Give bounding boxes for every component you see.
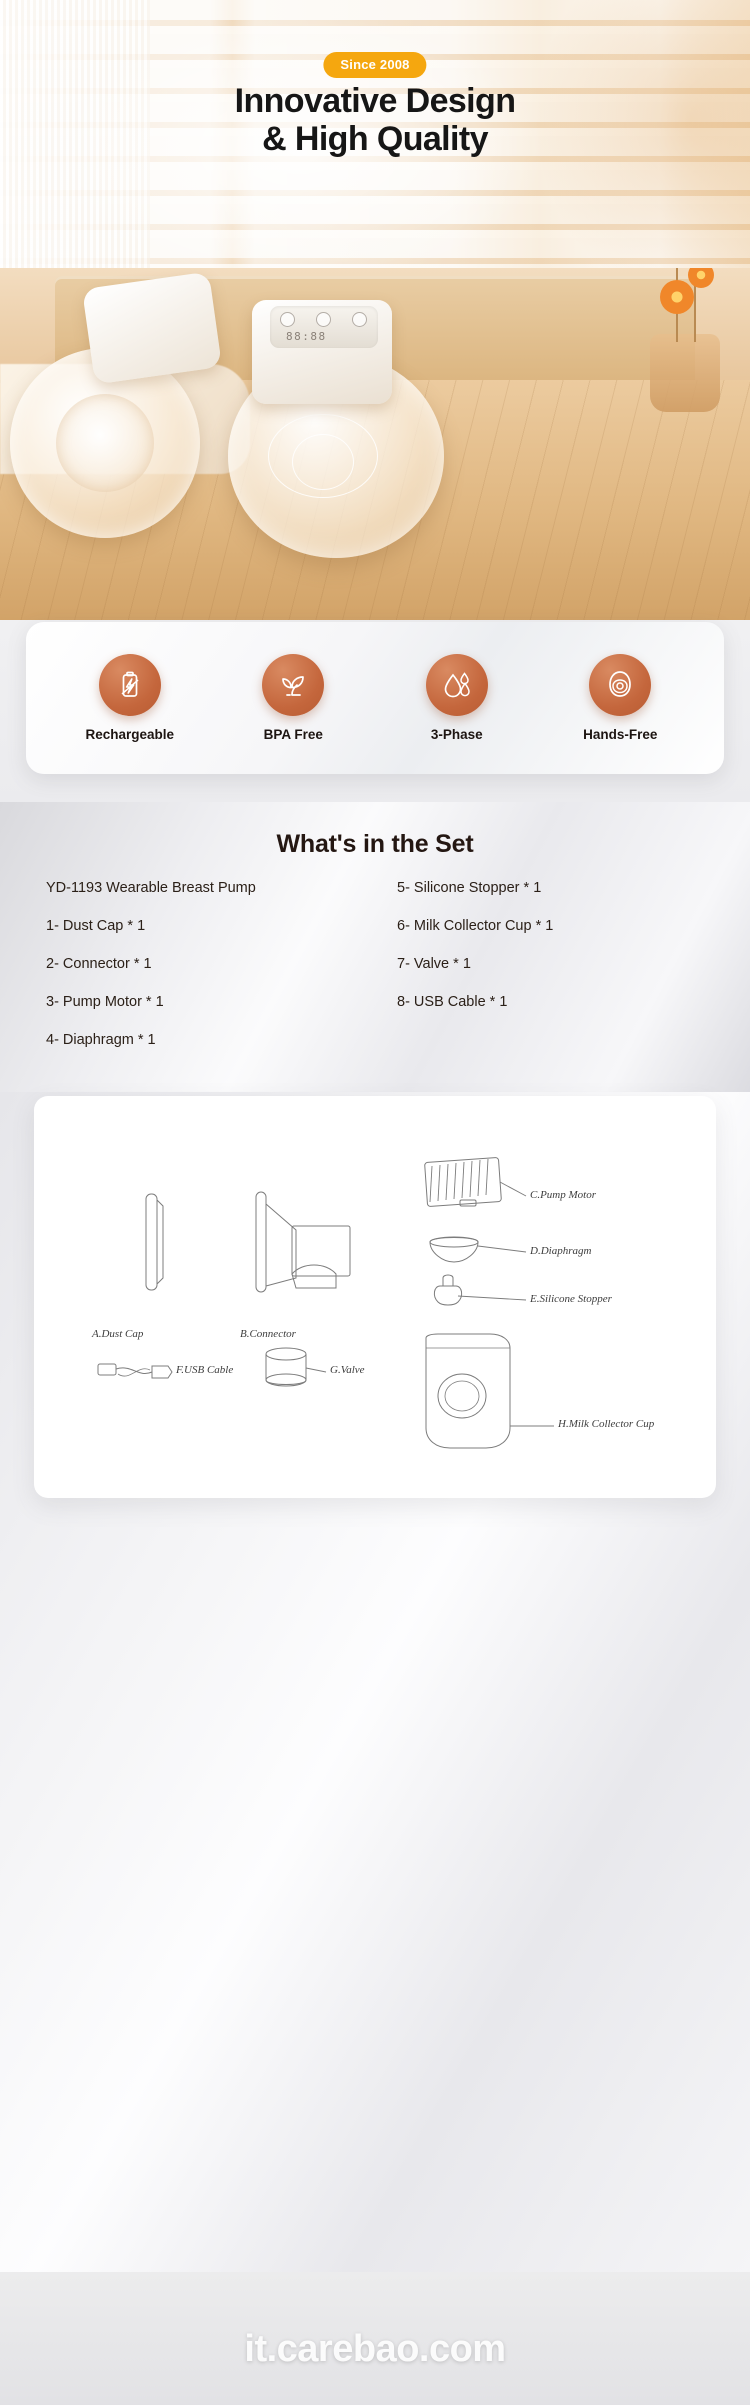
battery-charging-icon bbox=[121, 671, 139, 697]
list-item: 7- Valve * 1 bbox=[397, 956, 471, 972]
part-diaphragm-drawing bbox=[429, 1236, 527, 1263]
vase-body bbox=[650, 334, 720, 412]
headline-line-1: Innovative Design bbox=[234, 82, 516, 120]
feature-hands-free: Hands-Free bbox=[545, 654, 695, 742]
feature-icon-circle bbox=[98, 654, 161, 716]
feature-label: Hands-Free bbox=[583, 727, 658, 742]
product-detail-page: Since 2008 Innovative Design & High Qual… bbox=[0, 0, 750, 2405]
feature-label: Rechargeable bbox=[85, 727, 175, 742]
set-items-left-column: YD-1193 Wearable Breast Pump 1- Dust Cap… bbox=[0, 880, 375, 1070]
mode-button-icon[interactable] bbox=[316, 312, 331, 327]
feature-icon-circle bbox=[425, 654, 488, 716]
hero-headline: Innovative Design & High Quality bbox=[0, 82, 750, 158]
parts-diagram-card: A.Dust Cap B.Connector C.Pump Motor D.Di… bbox=[34, 1096, 716, 1498]
flower-bloom bbox=[660, 280, 694, 314]
photo-vase-with-flowers bbox=[636, 268, 734, 412]
list-item: 2- Connector * 1 bbox=[46, 956, 152, 972]
part-pump-motor-drawing bbox=[424, 1157, 527, 1207]
feature-label: BPA Free bbox=[263, 727, 323, 742]
feature-icon-circle bbox=[262, 654, 325, 716]
list-item: 6- Milk Collector Cup * 1 bbox=[397, 918, 554, 934]
hero-banner: Since 2008 Innovative Design & High Qual… bbox=[0, 0, 750, 268]
list-item: 3- Pump Motor * 1 bbox=[46, 994, 164, 1010]
diagram-label-f: F.USB Cable bbox=[176, 1364, 234, 1376]
exploded-parts-line-drawing bbox=[97, 1157, 554, 1449]
list-item: 5- Silicone Stopper * 1 bbox=[397, 880, 542, 896]
feature-rechargeable: Rechargeable bbox=[55, 654, 205, 742]
part-connector-drawing bbox=[255, 1191, 351, 1293]
features-card: Rechargeable BPA Free 3-Phase Hands-Free bbox=[26, 622, 724, 774]
pump-tubing bbox=[292, 434, 354, 490]
leaf-plant-icon bbox=[282, 676, 305, 696]
site-watermark: it.carebao.com bbox=[244, 2328, 506, 2370]
since-badge: Since 2008 bbox=[323, 52, 427, 78]
diagram-label-a: A.Dust Cap bbox=[92, 1328, 144, 1340]
list-item: 1- Dust Cap * 1 bbox=[46, 918, 146, 934]
part-valve-drawing bbox=[265, 1347, 327, 1387]
part-silicone-stopper-drawing bbox=[433, 1274, 527, 1306]
set-items-right-column: 5- Silicone Stopper * 1 6- Milk Collecto… bbox=[375, 880, 750, 1070]
diagram-label-h: H.Milk Collector Cup bbox=[558, 1418, 655, 1430]
part-milk-collector-cup-drawing bbox=[425, 1333, 554, 1449]
features-section: Rechargeable BPA Free 3-Phase Hands-Free bbox=[0, 620, 750, 802]
headline-line-2: & High Quality bbox=[262, 120, 488, 159]
list-item: 8- USB Cable * 1 bbox=[397, 994, 508, 1010]
feature-icon-circle bbox=[589, 654, 652, 716]
diagram-label-c: C.Pump Motor bbox=[530, 1189, 596, 1201]
diagram-label-b: B.Connector bbox=[240, 1328, 296, 1340]
part-dust-cap-drawing bbox=[145, 1193, 164, 1291]
wearable-pump-icon bbox=[609, 671, 632, 697]
list-item: 4- Diaphragm * 1 bbox=[46, 1032, 156, 1048]
product-lifestyle-photo: 88:88 bbox=[0, 268, 750, 620]
diagram-label-g: G.Valve bbox=[330, 1364, 365, 1376]
feature-label: 3-Phase bbox=[430, 727, 483, 742]
feature-bpa-free: BPA Free bbox=[218, 654, 368, 742]
feature-3-phase: 3-Phase bbox=[382, 654, 532, 742]
power-button-icon[interactable] bbox=[280, 312, 295, 327]
set-section-title: What's in the Set bbox=[276, 830, 474, 858]
diagram-label-e: E.Silicone Stopper bbox=[530, 1293, 612, 1305]
part-usb-cable-drawing bbox=[97, 1363, 173, 1379]
set-items-columns: YD-1193 Wearable Breast Pump 1- Dust Cap… bbox=[0, 880, 750, 1070]
whats-in-the-set-section: What's in the Set YD-1193 Wearable Breas… bbox=[0, 802, 750, 1092]
water-drops-icon bbox=[444, 672, 470, 698]
diagram-label-d: D.Diaphragm bbox=[530, 1245, 592, 1257]
flower-bloom bbox=[688, 268, 714, 288]
pump-display-value: 88:88 bbox=[286, 330, 327, 343]
list-item: YD-1193 Wearable Breast Pump bbox=[46, 880, 256, 896]
diagram-section: A.Dust Cap B.Connector C.Pump Motor D.Di… bbox=[0, 1092, 750, 2272]
level-button-icon[interactable] bbox=[352, 312, 367, 327]
pump-motor-left bbox=[81, 271, 223, 385]
